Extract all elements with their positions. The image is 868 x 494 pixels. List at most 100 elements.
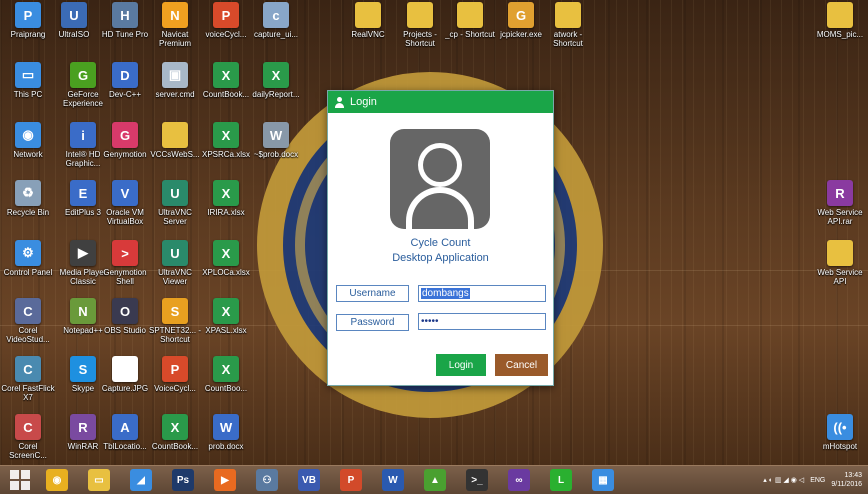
desktop-icon-label: Corel ScreenC... [9,442,47,460]
clock[interactable]: 13:43 9/11/2016 [831,471,862,489]
login-dialog: Login Cycle Count Desktop Application Us… [327,90,554,386]
desktop-icon[interactable]: X CountBoo... [198,356,254,393]
desktop-icon[interactable]: X XPSRCa.xlsx [198,122,254,159]
desktop-icon-glyph: ▶ [70,240,96,266]
desktop-icon-glyph: C [15,414,41,440]
desktop-icon[interactable]: MOMS_pic... [812,2,868,39]
dialog-titlebar[interactable]: Login [328,91,553,113]
clock-time: 13:43 [844,472,862,479]
photo-icon[interactable]: ▲ [424,469,446,491]
desktop-icon[interactable]: ▭ This PC [0,62,56,99]
desktop-icon[interactable]: C Corel FastFlick X7 [0,356,56,402]
desktop-icon[interactable]: U UltraVNC Server [147,180,203,226]
desktop-icon-glyph: P [162,356,188,382]
people-icon[interactable]: ⚇ [256,469,278,491]
desktop-icon-glyph: i [70,122,96,148]
desktop-icon-glyph: E [70,180,96,206]
word-icon[interactable]: W [382,469,404,491]
desktop-icon[interactable]: G Genymotion [97,122,153,159]
vb-icon[interactable]: VB [298,469,320,491]
desktop-icon[interactable]: X CountBook... [147,414,203,451]
cancel-button[interactable]: Cancel [495,354,548,376]
desktop-icon[interactable]: ▣ server.cmd [147,62,203,99]
desktop-icon-label: Genymotion Shell [103,268,147,286]
desktop-icon-label: RealVNC [351,30,385,39]
desktop-icon-glyph: ◉ [15,122,41,148]
desktop-icon[interactable]: Wprob.docx [198,414,254,451]
username-value: dombangs [421,288,470,299]
username-field[interactable]: dombangs [418,285,546,302]
app-icon[interactable]: ◢ [130,469,152,491]
desktop-icon-glyph: P [213,2,239,28]
visual-studio-icon[interactable]: ∞ [508,469,530,491]
desktop-icon[interactable]: S SPTNET32... - Shortcut [147,298,203,344]
terminal-icon[interactable]: >_ [466,469,488,491]
desktop-icon-label: CountBook... [151,442,199,451]
desktop-icon[interactable]: P VoiceCycl... [147,356,203,393]
desktop-icon[interactable]: U UltraISO [46,2,102,39]
powerpoint-icon[interactable]: P [340,469,362,491]
photoshop-icon[interactable]: Ps [172,469,194,491]
desktop-icon[interactable]: D Dev-C++ [97,62,153,99]
desktop-icon[interactable]: RealVNC [340,2,396,39]
desktop-icon-glyph: W [213,414,239,440]
desktop-icon-label: CountBoo... [204,384,248,393]
desktop-icon[interactable]: C Corel ScreenC... [0,414,56,460]
desktop-icon-label: ~$prob.docx [253,150,299,159]
desktop-icon-label: Web Service API [817,268,863,286]
desktop-icon-glyph: V [112,180,138,206]
desktop-icon[interactable]: H HD Tune Pro [97,2,153,39]
desktop-icon[interactable]: ((• mHotspot [812,414,868,451]
desktop-icon[interactable]: Projects - Shortcut [392,2,448,48]
desktop-icon-glyph: S [70,356,96,382]
desktop-icon[interactable]: C Corel VideoStud... [0,298,56,344]
desktop-icon-label: Navicat Premium [158,30,191,48]
login-button[interactable]: Login [436,354,486,376]
desktop-icon[interactable]: W ~$prob.docx [248,122,304,159]
desktop-icon-label: mHotspot [822,442,858,451]
clock-date: 9/11/2016 [831,481,862,488]
desktop-icon[interactable]: X XPASL.xlsx [198,298,254,335]
desktop-icon[interactable]: Web Service API [812,240,868,286]
desktop-icon[interactable]: X CountBook... [198,62,254,99]
tray-icons[interactable]: ▴ ◐ ▥ ◢ ◉ ◁ [763,476,804,484]
desktop-icon-label: _cp - Shortcut [445,30,495,39]
desktop-icon[interactable]: X XPLOCa.xlsx [198,240,254,277]
desktop-icon[interactable]: PvoiceCycl... [198,2,254,39]
desktop-icon-label: Corel FastFlick X7 [1,384,55,402]
desktop-icon-glyph: N [70,298,96,324]
desktop-icon[interactable]: Capture.JPG [97,356,153,393]
desktop-icon[interactable]: XdailyReport... [248,62,304,99]
desktop-icon-glyph: C [15,356,41,382]
desktop-icon[interactable]: VCCsWebS... [147,122,203,159]
desktop-icon-glyph: G [70,62,96,88]
language-indicator[interactable]: ENG [810,477,825,484]
desktop-icon[interactable]: ◉ Network [0,122,56,159]
password-field[interactable]: ••••• [418,313,546,330]
desktop-icon[interactable]: V Oracle VM VirtualBox [97,180,153,226]
chrome-icon[interactable]: ◉ [46,469,68,491]
avatar [390,129,490,229]
media-icon[interactable]: ▶ [214,469,236,491]
desktop-icon[interactable]: O OBS Studio [97,298,153,335]
desktop-icon[interactable]: ♻ Recycle Bin [0,180,56,217]
windows-app-icon[interactable]: ▦ [592,469,614,491]
desktop-icon-label: UltraVNC Viewer [158,268,192,286]
desktop-icon[interactable]: _cp - Shortcut [442,2,498,39]
desktop-icon[interactable]: > Genymotion Shell [97,240,153,286]
line-icon[interactable]: L [550,469,572,491]
start-button[interactable] [10,470,30,490]
desktop-icon[interactable]: ⚙ Control Panel [0,240,56,277]
desktop-icon[interactable]: atwork - Shortcut [540,2,596,48]
desktop-icon[interactable]: c capture_ui... [248,2,304,39]
desktop-icon[interactable]: U UltraVNC Viewer [147,240,203,286]
desktop-icon-glyph [407,2,433,28]
desktop-icon[interactable]: A TblLocatio... [97,414,153,451]
desktop-icon[interactable]: N Navicat Premium [147,2,203,48]
desktop-icon[interactable]: R Web Service API.rar [812,180,868,226]
desktop-icon-label: IRIRA.xlsx [207,208,245,217]
explorer-icon[interactable]: ▭ [88,469,110,491]
desktop-icon[interactable]: X IRIRA.xlsx [198,180,254,217]
desktop-icon-label: CountBook... [202,90,250,99]
desktop-icon-label: Dev-C++ [108,90,141,99]
